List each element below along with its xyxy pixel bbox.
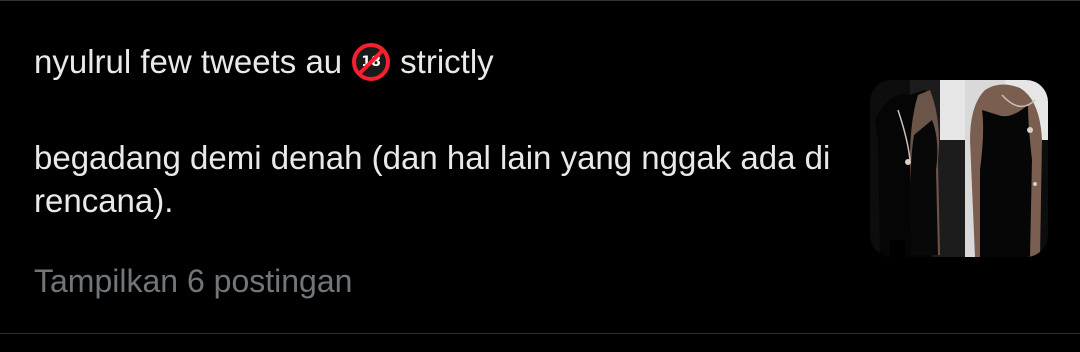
under-18-prohibited-icon: 18 — [352, 43, 391, 81]
title-suffix: strictly — [400, 43, 494, 80]
show-posts-link[interactable]: Tampilkan 6 postingan — [34, 260, 352, 302]
thumbnail-image[interactable] — [870, 80, 1048, 257]
community-description: begadang demi denah (dan hal lain yang n… — [34, 139, 831, 219]
community-title: nyulrul few tweets au 18 strictly — [34, 40, 494, 84]
title-text: nyulrul few tweets au — [34, 43, 343, 80]
community-card[interactable]: nyulrul few tweets au 18 strictly begada… — [0, 0, 1080, 333]
bottom-divider — [0, 333, 1080, 334]
thumbnail-photo — [870, 80, 1048, 257]
